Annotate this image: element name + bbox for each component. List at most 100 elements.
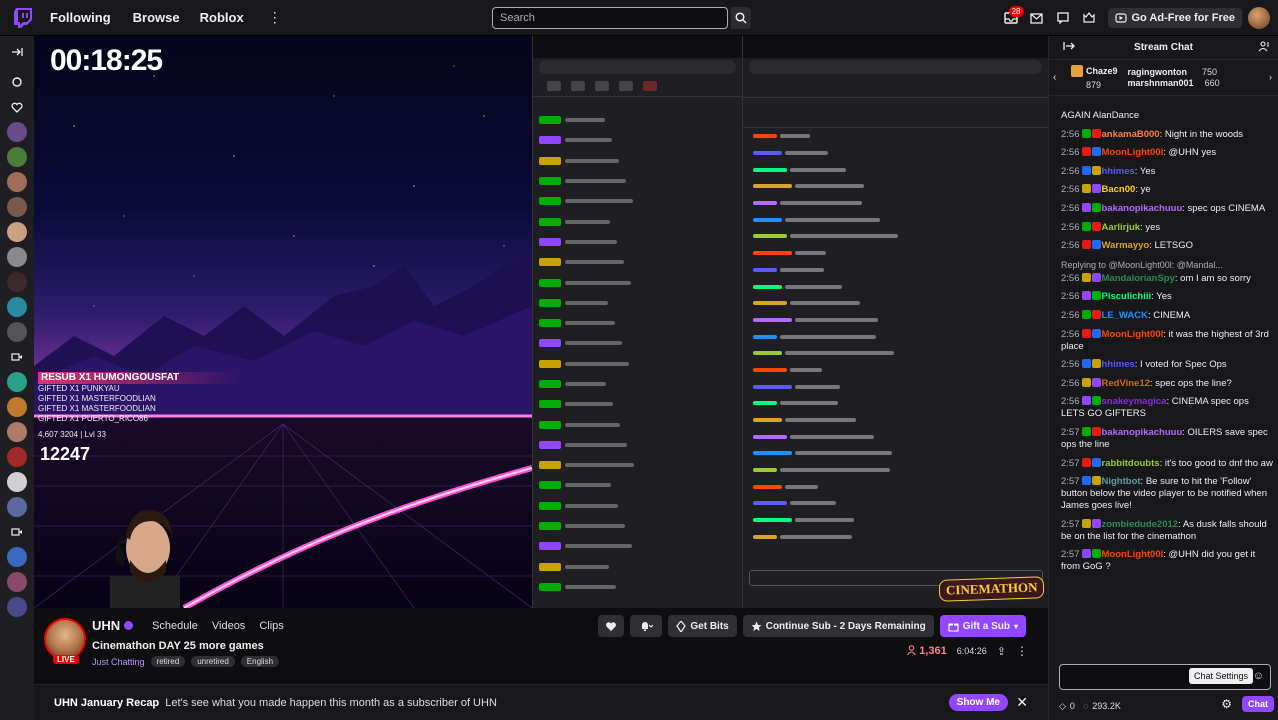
message-username[interactable]: Nightbot (1102, 476, 1141, 487)
notifications-button[interactable]: 28 (998, 5, 1024, 31)
share-icon[interactable]: ⇪ (997, 645, 1006, 658)
message-username[interactable]: Bacn00 (1102, 184, 1136, 195)
followed-channel-avatar[interactable] (7, 572, 27, 592)
chat-message[interactable]: 2:56 MoonLight00l: @UHN yes (1061, 147, 1273, 159)
followed-channel-avatar[interactable] (7, 322, 27, 342)
followed-channel-avatar[interactable] (7, 272, 27, 292)
chat-message[interactable]: 2:56 hhimes: Yes (1061, 165, 1273, 178)
followed-channel-avatar[interactable] (7, 172, 27, 192)
chat-badge-icon[interactable] (1091, 396, 1101, 406)
chat-message[interactable]: 2:56 hhimes: I voted for Spec Ops (1061, 359, 1273, 371)
chat-message[interactable]: 2:57 rabbitdoubts: it's too good to dnf t… (1061, 457, 1273, 470)
message-username[interactable]: Warmayyo (1102, 240, 1150, 251)
followed-channel-avatar[interactable] (7, 197, 27, 217)
search-input[interactable] (492, 7, 728, 29)
expand-sidebar-icon[interactable] (7, 42, 27, 62)
chat-badge-icon[interactable] (1081, 476, 1091, 486)
chat-message[interactable]: AGAIN AlanDance (1061, 110, 1273, 122)
chat-badge-icon[interactable] (1081, 396, 1091, 406)
chat-badge-icon[interactable] (1081, 184, 1091, 194)
collapse-chat-icon[interactable] (1063, 41, 1075, 54)
chat-send-button[interactable]: Chat (1242, 696, 1274, 712)
channel-avatar[interactable] (44, 618, 86, 660)
chat-badge-icon[interactable] (1091, 309, 1101, 319)
nav-following[interactable]: Following (50, 10, 111, 25)
message-username[interactable]: hhimes (1102, 166, 1135, 177)
chat-badge-icon[interactable] (1081, 309, 1091, 319)
channel-name[interactable]: UHN (92, 618, 134, 633)
notifications-bell-button[interactable] (630, 615, 663, 637)
chat-badge-icon[interactable] (1091, 147, 1101, 157)
message-username[interactable]: Aarlirjuk (1102, 222, 1141, 233)
message-username[interactable]: LE_WACK (1102, 310, 1148, 321)
chat-badge-icon[interactable] (1091, 377, 1101, 387)
chat-badge-icon[interactable] (1091, 184, 1101, 194)
chat-badge-icon[interactable] (1081, 457, 1091, 467)
chat-message[interactable]: 2:56 snakeymagica: CINEMA spec ops LETS G… (1061, 396, 1273, 420)
more-options-icon[interactable]: ⋮ (1016, 644, 1028, 658)
nav-browse[interactable]: Browse (133, 10, 180, 25)
chat-badge-icon[interactable] (1081, 147, 1091, 157)
message-username[interactable]: MoonLight00l (1102, 329, 1164, 340)
chevron-left-icon[interactable]: ‹ (1053, 72, 1067, 83)
message-username[interactable]: snakeymagica (1102, 396, 1167, 407)
chat-badge-icon[interactable] (1081, 359, 1091, 369)
message-username[interactable]: bakanopikachuuu (1102, 203, 1183, 214)
message-username[interactable]: hhimes (1102, 359, 1135, 370)
chat-badge-icon[interactable] (1081, 377, 1091, 387)
chat-badge-icon[interactable] (1091, 291, 1101, 301)
chat-badge-icon[interactable] (1091, 272, 1101, 282)
chat-badge-icon[interactable] (1091, 202, 1101, 212)
channel-points-icon[interactable]: ◌ (1083, 701, 1088, 711)
message-username[interactable]: MoonLight00l (1102, 549, 1164, 560)
twitch-logo-icon[interactable] (8, 7, 38, 29)
chat-badge-icon[interactable] (1081, 272, 1091, 282)
chat-badge-icon[interactable] (1091, 476, 1101, 486)
followed-channel-avatar[interactable] (7, 372, 27, 392)
message-username[interactable]: MoonLight00l (1102, 147, 1164, 158)
chat-badge-icon[interactable] (1091, 549, 1101, 559)
message-username[interactable]: bakanopikachuuu (1102, 427, 1183, 438)
followed-channel-avatar[interactable] (7, 222, 27, 242)
chat-message[interactable]: 2:56 Aarlirjuk: yes (1061, 221, 1273, 234)
gear-icon[interactable]: ⚙ (1221, 697, 1232, 711)
followed-channel-avatar[interactable] (7, 497, 27, 517)
tag[interactable]: unretired (191, 656, 235, 667)
chat-badge-icon[interactable] (1091, 426, 1101, 436)
category-link[interactable]: Just Chatting (92, 657, 145, 667)
chat-message[interactable]: 2:56 MandalorianSpy: om I am so sorry (1061, 272, 1273, 285)
followed-channel-avatar[interactable] (7, 122, 27, 142)
continue-sub-button[interactable]: Continue Sub - 2 Days Remaining (742, 615, 934, 637)
followed-channel-avatar[interactable] (7, 547, 27, 567)
message-username[interactable]: rabbitdoubts (1102, 458, 1160, 469)
emote-icon[interactable]: ☺ (1253, 670, 1264, 682)
message-username[interactable]: Pisculichiii (1102, 291, 1152, 302)
followed-channel-avatar[interactable] (7, 247, 27, 267)
close-icon[interactable]: ✕ (1016, 694, 1028, 711)
chat-badge-icon[interactable] (1081, 202, 1091, 212)
chevron-right-icon[interactable]: › (1269, 72, 1272, 82)
followed-channel-avatar[interactable] (7, 597, 27, 617)
chat-badge-icon[interactable] (1091, 165, 1101, 175)
chat-badge-icon[interactable] (1091, 128, 1101, 138)
followed-channel-avatar[interactable] (7, 297, 27, 317)
followed-channel-avatar[interactable] (7, 147, 27, 167)
chat-message[interactable]: 2:56 bakanopikachuuu: spec ops CINEMA (1061, 202, 1273, 215)
chat-message[interactable]: 2:56 MoonLight00l: it was the highest of … (1061, 328, 1273, 353)
chat-badge-icon[interactable] (1091, 240, 1101, 250)
chat-badge-icon[interactable] (1081, 221, 1091, 231)
chat-badge-icon[interactable] (1081, 291, 1091, 301)
chat-badge-icon[interactable] (1081, 240, 1091, 250)
message-username[interactable]: zombiedude2012 (1102, 519, 1179, 530)
gift-sub-button[interactable]: Gift a Sub ▾ (939, 615, 1026, 637)
activity-button[interactable] (1050, 5, 1076, 31)
followed-channel-avatar[interactable] (7, 472, 27, 492)
chat-message[interactable]: 2:57 bakanopikachuuu: OILERS save spec op… (1061, 426, 1273, 451)
follow-button[interactable] (598, 615, 625, 637)
bits-icon[interactable]: ◇ (1059, 701, 1066, 712)
chat-message[interactable]: 2:56 RedVine12: spec ops the line? (1061, 377, 1273, 390)
whispers-button[interactable] (1024, 5, 1050, 31)
followed-channel-avatar[interactable] (7, 422, 27, 442)
search-button[interactable] (731, 7, 751, 29)
message-username[interactable]: MandalorianSpy (1102, 273, 1175, 284)
